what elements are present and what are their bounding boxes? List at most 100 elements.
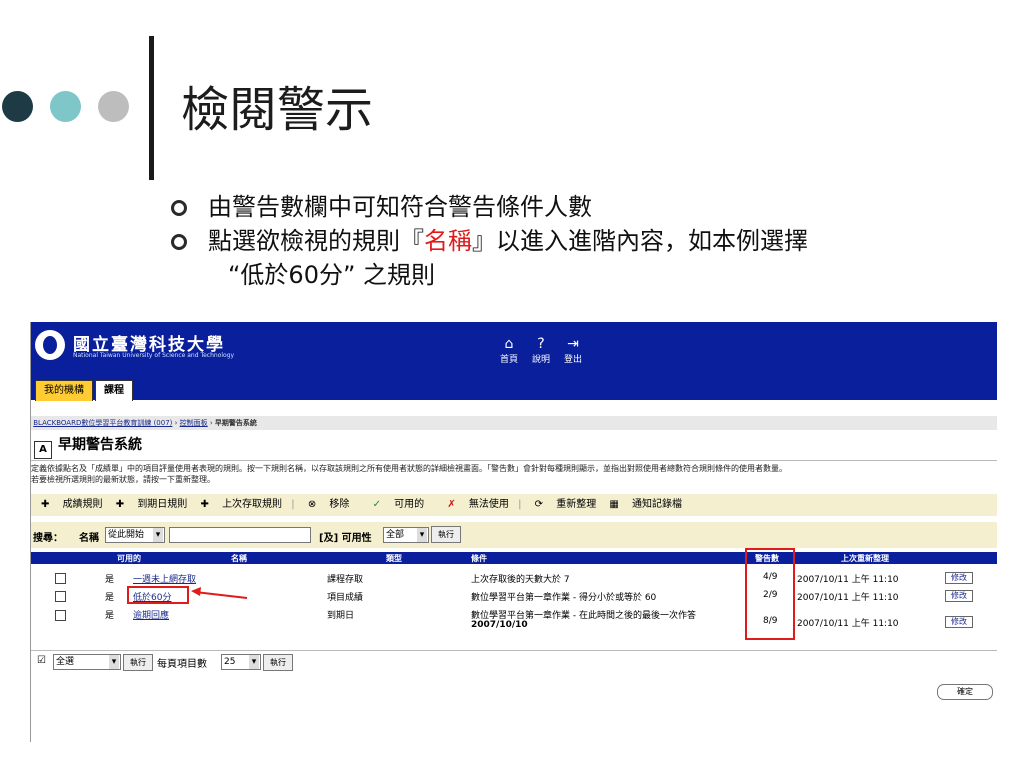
warnings-highlight-box bbox=[745, 548, 795, 640]
pointer-arrow-icon bbox=[191, 587, 248, 599]
x-icon: ✗ bbox=[447, 499, 456, 510]
match-select[interactable]: 從此開始 bbox=[105, 527, 165, 543]
divider: | bbox=[291, 499, 295, 510]
ok-button[interactable]: 確定 bbox=[937, 684, 993, 700]
available-label: 可用的 bbox=[394, 499, 425, 510]
col-last-refresh[interactable]: 上次重新整理 bbox=[841, 553, 889, 564]
page-title: A 早期警告系統 bbox=[34, 434, 142, 459]
embedded-screenshot: 國立臺灣科技大學 National Taiwan University of S… bbox=[30, 322, 997, 742]
search-name-label: 名稱 bbox=[79, 533, 99, 544]
page-title-text: 早期警告系統 bbox=[58, 437, 142, 453]
row-type: 課程存取 bbox=[327, 575, 364, 585]
breadcrumb-course[interactable]: BLACKBOARD數位學習平台教育訓練 (007) bbox=[33, 419, 172, 427]
header-banner: 國立臺灣科技大學 National Taiwan University of S… bbox=[31, 322, 997, 401]
row-condition: 數位學習平台第一章作業 - 得分小於或等於 60 bbox=[471, 593, 657, 603]
per-page-label: 每頁項目數 bbox=[157, 659, 207, 670]
check-icon: ✓ bbox=[372, 499, 381, 510]
grade-rule-button[interactable]: ✚ 成績規則 bbox=[41, 499, 103, 510]
warning-system-icon: A bbox=[34, 441, 52, 459]
search-bar: 搜尋： 名稱 從此開始 [及] 可用性 全部 執行 bbox=[31, 522, 997, 548]
university-logo-icon bbox=[35, 330, 65, 360]
bullet-highlight: 名稱 bbox=[424, 227, 472, 255]
row-refreshed: 2007/10/11 上午 11:10 bbox=[797, 619, 899, 629]
bullet-ring-icon bbox=[171, 234, 187, 250]
rule-highlight-box bbox=[127, 586, 189, 604]
bullet-text-pre: 點選欲檢視的規則『 bbox=[208, 227, 424, 255]
availability-select-value: 全部 bbox=[386, 530, 405, 540]
unavailable-button[interactable]: ✗ 無法使用 bbox=[437, 499, 509, 510]
last-access-rule-button[interactable]: ✚ 上次存取規則 bbox=[201, 499, 283, 510]
slide-title: 檢閱警示 bbox=[181, 82, 374, 138]
search-input[interactable] bbox=[169, 527, 311, 543]
bullet-item: 點選欲檢視的規則『名稱』以進入進階內容，如本例選擇 bbox=[170, 224, 990, 258]
nav-home[interactable]: 首頁 bbox=[493, 352, 525, 365]
tab-courses[interactable]: 課程 bbox=[95, 380, 133, 401]
select-all-select[interactable]: 全選 bbox=[53, 654, 121, 670]
bulk-go-button[interactable]: 執行 bbox=[123, 654, 153, 671]
row-refreshed: 2007/10/11 上午 11:10 bbox=[797, 593, 899, 603]
due-date-rule-button[interactable]: ✚ 到期日規則 bbox=[116, 499, 188, 510]
row-available: 是 bbox=[105, 593, 115, 603]
bullet-item: 由警告數欄中可知符合警告條件人數 bbox=[170, 190, 990, 224]
row-refreshed: 2007/10/11 上午 11:10 bbox=[797, 575, 899, 585]
breadcrumb-current: 早期警告系統 bbox=[214, 419, 257, 427]
title-divider bbox=[149, 36, 154, 180]
rule-name-link[interactable]: 逾期回應 bbox=[133, 608, 169, 621]
col-condition[interactable]: 條件 bbox=[471, 553, 487, 564]
col-name[interactable]: 名稱 bbox=[231, 553, 247, 564]
description-line: 若要檢視所選規則的最新狀態，請按一下重新整理。 bbox=[31, 475, 215, 484]
grade-rule-label: 成績規則 bbox=[62, 499, 103, 510]
bullet-text-post: 』以進入進階內容，如本例選擇 bbox=[472, 227, 808, 255]
select-all-value: 全選 bbox=[56, 657, 75, 667]
row-checkbox[interactable] bbox=[55, 610, 66, 621]
dot-gray bbox=[98, 91, 129, 122]
page-description: 定義依據點名及「成績單」中的項目評量使用者表現的規則。按一下規則名稱，以存取該規… bbox=[31, 460, 997, 485]
due-date-rule-label: 到期日規則 bbox=[137, 499, 188, 510]
table-header: 可用的 名稱 類型 條件 警告數 上次重新整理 bbox=[31, 552, 997, 564]
match-select-value: 從此開始 bbox=[108, 530, 145, 540]
row-available: 是 bbox=[105, 611, 115, 621]
rule-name-link[interactable]: 一週未上網存取 bbox=[133, 572, 196, 585]
dot-dark bbox=[2, 91, 33, 122]
col-available[interactable]: 可用的 bbox=[117, 553, 141, 564]
select-all-icon: ☑ bbox=[37, 655, 46, 666]
tab-my-institution[interactable]: 我的機構 bbox=[35, 380, 93, 401]
breadcrumb: BLACKBOARD數位學習平台教育訓練 (007) › 控制面板 › 早期警告… bbox=[31, 416, 997, 430]
availability-select[interactable]: 全部 bbox=[383, 527, 429, 543]
logout-icon[interactable]: ⇥ bbox=[557, 336, 589, 352]
action-bar: ✚ 成績規則 ✚ 到期日規則 ✚ 上次存取規則 | ⊗ 移除 ✓ 可用的 ✗ 無… bbox=[31, 494, 997, 516]
remove-button[interactable]: ⊗ 移除 bbox=[308, 499, 350, 510]
row-available: 是 bbox=[105, 575, 115, 585]
breadcrumb-control-panel[interactable]: 控制面板 bbox=[180, 419, 208, 427]
nav-logout[interactable]: 登出 bbox=[557, 352, 589, 365]
row-checkbox[interactable] bbox=[55, 591, 66, 602]
description-line: 定義依據點名及「成績單」中的項目評量使用者表現的規則。按一下規則名稱，以存取該規… bbox=[31, 464, 787, 473]
modify-button[interactable]: 修改 bbox=[945, 572, 973, 584]
row-type: 項目成績 bbox=[327, 593, 364, 603]
row-type: 到期日 bbox=[327, 611, 355, 621]
remove-label: 移除 bbox=[329, 499, 350, 510]
tab-bar: 我的機構 課程 bbox=[35, 378, 135, 401]
per-page-go-button[interactable]: 執行 bbox=[263, 654, 293, 671]
modify-button[interactable]: 修改 bbox=[945, 616, 973, 628]
bullet-text: 由警告數欄中可知符合警告條件人數 bbox=[208, 193, 592, 221]
nav-help[interactable]: 說明 bbox=[525, 352, 557, 365]
university-name-en: National Taiwan University of Science an… bbox=[73, 352, 235, 359]
modify-button[interactable]: 修改 bbox=[945, 590, 973, 602]
per-page-value: 25 bbox=[224, 657, 236, 667]
bullet-ring-icon bbox=[171, 200, 187, 216]
home-icon[interactable]: ⌂ bbox=[493, 336, 525, 352]
bullet-list: 由警告數欄中可知符合警告條件人數 點選欲檢視的規則『名稱』以進入進階內容，如本例… bbox=[170, 190, 990, 292]
available-button[interactable]: ✓ 可用的 bbox=[363, 499, 425, 510]
help-icon[interactable]: ? bbox=[525, 336, 557, 352]
per-page-select[interactable]: 25 bbox=[221, 654, 261, 670]
row-checkbox[interactable] bbox=[55, 573, 66, 584]
col-type[interactable]: 類型 bbox=[386, 553, 402, 564]
bullet-continuation: “低於60分” 之規則 bbox=[170, 258, 990, 292]
row-condition: 上次存取後的天數大於 7 bbox=[471, 575, 570, 585]
search-go-button[interactable]: 執行 bbox=[431, 526, 461, 543]
notification-log-label: 通知記錄檔 bbox=[632, 499, 683, 510]
last-access-rule-label: 上次存取規則 bbox=[222, 499, 283, 510]
refresh-button[interactable]: ⟳ 重新整理 bbox=[535, 499, 597, 510]
notification-log-button[interactable]: ▦ 通知記錄檔 bbox=[609, 499, 682, 510]
